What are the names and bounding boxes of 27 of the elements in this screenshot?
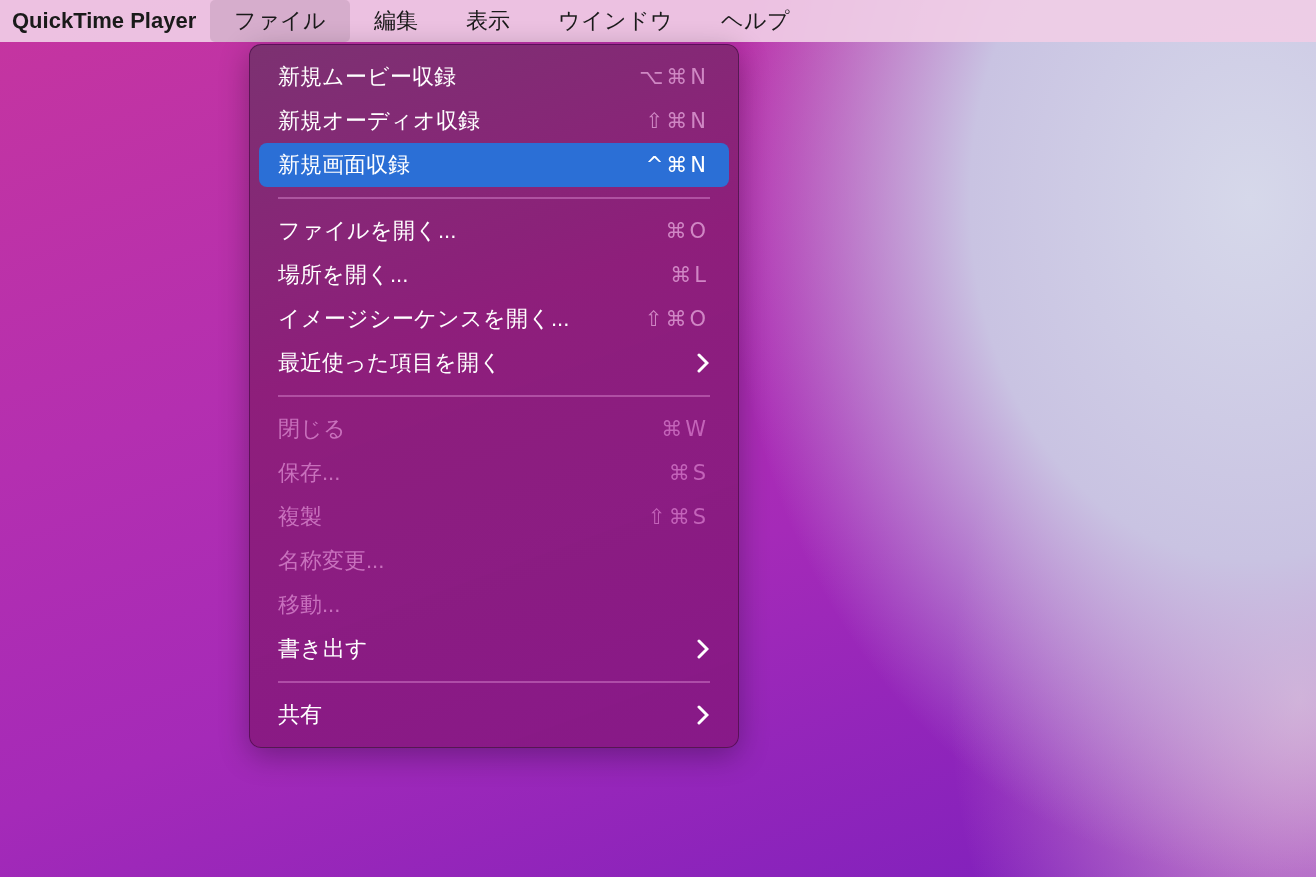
shortcut-label: ^⌘N <box>645 153 709 177</box>
shortcut-label: ⌘W <box>661 417 709 441</box>
menu-bar-item[interactable]: ウインドウ <box>534 0 698 42</box>
menu-item[interactable]: 最近使った項目を開く <box>259 341 729 385</box>
shortcut-label: ⌘S <box>668 461 709 485</box>
menu-item[interactable]: 共有 <box>259 693 729 737</box>
menu-item[interactable]: 書き出す <box>259 627 729 671</box>
chevron-right-icon <box>697 639 709 659</box>
menu-item[interactable]: 新規画面収録 ^⌘N <box>259 143 729 187</box>
shortcut-label: ⌘L <box>670 263 709 287</box>
chevron-right-icon <box>697 353 709 373</box>
menu-item[interactable]: イメージシーケンスを開く... ⇧⌘O <box>259 297 729 341</box>
shortcut-label: ⌘O <box>665 219 709 243</box>
shortcut-label: ⇧⌘N <box>645 109 709 133</box>
shortcut-label: ⇧⌘S <box>648 505 709 529</box>
menu-bar-item[interactable]: ヘルプ <box>697 0 815 42</box>
menu-item[interactable]: 新規オーディオ収録 ⇧⌘N <box>259 99 729 143</box>
chevron-right-icon <box>697 705 709 725</box>
shortcut-label: ⇧⌘O <box>644 307 709 331</box>
app-name-menu[interactable]: QuickTime Player <box>12 8 197 34</box>
menu-bar-item[interactable]: 編集 <box>350 0 443 42</box>
shortcut-label: ⌥⌘N <box>639 65 709 89</box>
menu-item[interactable]: ファイルを開く... ⌘O <box>259 209 729 253</box>
menu-bar-item[interactable]: ファイル <box>210 0 351 42</box>
menu-item[interactable]: 場所を開く... ⌘L <box>259 253 729 297</box>
menu-item[interactable]: 新規ムービー収録 ⌥⌘N <box>259 55 729 99</box>
menu-bar-item[interactable]: 表示 <box>442 0 535 42</box>
